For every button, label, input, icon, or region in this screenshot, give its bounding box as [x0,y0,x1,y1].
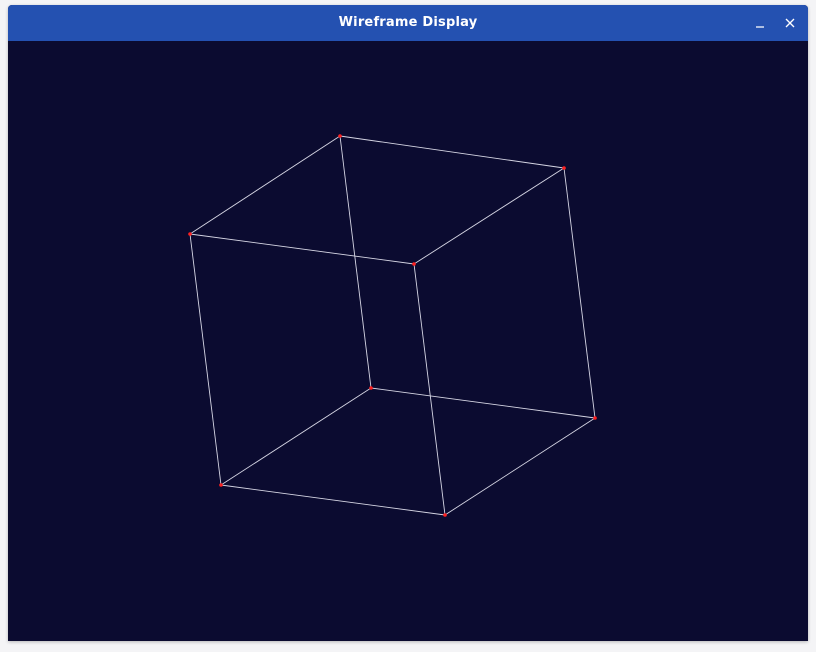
cube-vertex [562,166,566,170]
cube-edge [413,263,446,516]
cube-vertex [188,232,192,236]
cube-edge [220,387,372,486]
close-icon [785,18,795,28]
cube-vertex [369,386,373,390]
cube-edge [563,167,596,419]
cube-vertex [412,262,416,266]
close-button[interactable] [779,12,801,34]
wireframe-view [188,134,597,517]
cube-vertex [443,513,447,517]
minimize-button[interactable] [749,12,771,34]
cube-vertex [593,416,597,420]
cube-edge [413,167,565,265]
cube-edge [189,233,222,486]
cube-vertex [219,483,223,487]
cube-edge [220,484,446,516]
cube-edge [189,135,341,235]
cube-edge [339,135,565,169]
cube-edge [339,135,372,389]
cube-edge [189,233,415,265]
cube-edge [444,417,596,516]
cube-vertex [338,134,342,138]
app-window: Wireframe Display [8,5,808,641]
cube-edge [370,387,596,419]
minimize-icon [756,26,764,28]
title-bar[interactable]: Wireframe Display [8,5,808,41]
render-canvas[interactable] [8,41,808,641]
window-title: Wireframe Display [338,15,478,30]
